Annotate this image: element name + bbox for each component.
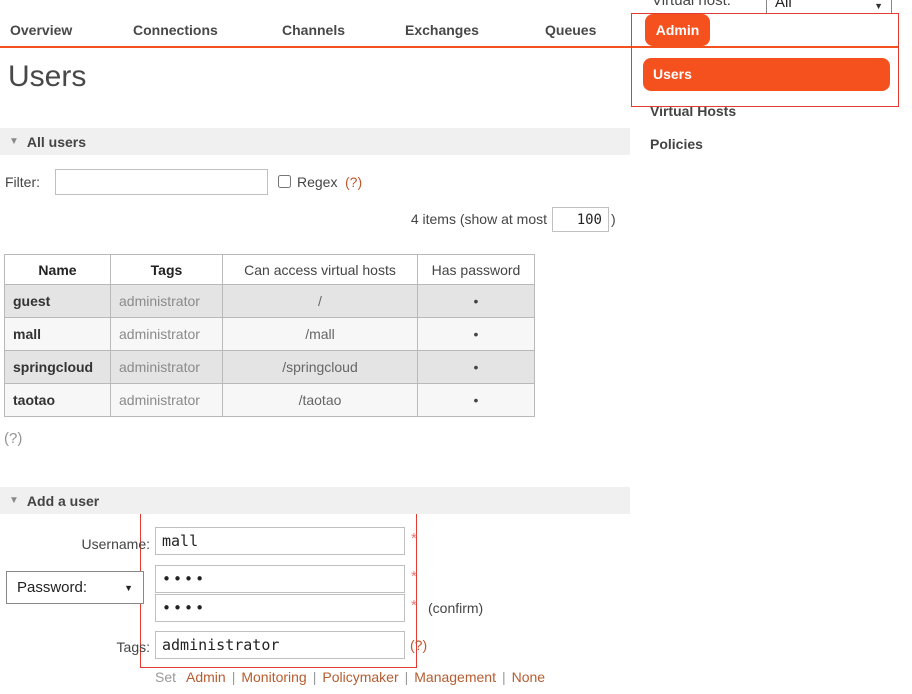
section-title: All users [27,134,86,150]
password-type-select[interactable]: Password: ▼ [6,571,144,604]
table-row[interactable]: springcloud administrator /springcloud • [5,351,535,384]
items-count-close-paren: ) [611,211,616,227]
tags-label: Tags: [0,639,150,655]
collapse-triangle-icon: ▼ [9,136,19,147]
sidebar-item-users[interactable]: Users [643,58,890,91]
user-tags: administrator [111,285,223,318]
user-vhosts: / [223,285,418,318]
has-password-dot: • [418,285,535,318]
nav-underline [0,46,898,48]
user-name[interactable]: mall [5,318,111,351]
separator: | [313,669,317,685]
section-header-add-user[interactable]: ▼ Add a user [0,487,630,514]
username-label: Username: [0,536,150,552]
separator: | [405,669,409,685]
confirm-label: (confirm) [428,600,483,616]
set-label: Set [155,669,176,685]
user-tags: administrator [111,318,223,351]
set-link-admin[interactable]: Admin [186,669,226,685]
tab-overview[interactable]: Overview [10,14,72,46]
password-input[interactable] [155,565,405,593]
tags-input[interactable] [155,631,405,659]
regex-checkbox[interactable] [278,175,291,188]
virtual-host-label: Virtual host: [652,0,731,9]
has-password-dot: • [418,351,535,384]
virtual-host-value: All [775,0,792,11]
col-header-tags: Tags [111,255,223,285]
sidebar-item-policies[interactable]: Policies [650,136,703,152]
filter-label: Filter: [5,174,40,190]
tags-help-link[interactable]: (?) [410,637,427,653]
table-row[interactable]: guest administrator / • [5,285,535,318]
required-asterisk: * [411,530,417,547]
col-header-name: Name [5,255,111,285]
sidebar-item-virtual-hosts[interactable]: Virtual Hosts [650,103,736,119]
tab-connections[interactable]: Connections [133,14,218,46]
username-input[interactable] [155,527,405,555]
separator: | [232,669,236,685]
user-tags: administrator [111,351,223,384]
virtual-host-select[interactable]: All ▼ [766,0,892,14]
users-table: Name Tags Can access virtual hosts Has p… [4,254,535,417]
tab-admin[interactable]: Admin [645,14,710,46]
user-tags: administrator [111,384,223,417]
required-asterisk: * [411,597,417,614]
page-title: Users [8,60,86,94]
user-name[interactable]: springcloud [5,351,111,384]
regex-help-link[interactable]: (?) [345,174,362,190]
user-vhosts: /springcloud [223,351,418,384]
chevron-down-icon: ▼ [124,583,133,593]
tab-queues[interactable]: Queues [545,14,596,46]
password-confirm-input[interactable] [155,594,405,622]
col-header-has-password: Has password [418,255,535,285]
chevron-down-icon: ▼ [874,1,883,11]
collapse-triangle-icon: ▼ [9,495,19,506]
user-vhosts: /taotao [223,384,418,417]
set-tags-row: Set Admin | Monitoring | Policymaker | Manageme… [155,669,545,685]
filter-input[interactable] [55,169,268,195]
set-link-monitoring[interactable]: Monitoring [241,669,306,685]
tab-channels[interactable]: Channels [282,14,345,46]
table-row[interactable]: taotao administrator /taotao • [5,384,535,417]
tab-exchanges[interactable]: Exchanges [405,14,479,46]
required-asterisk: * [411,568,417,585]
set-link-policymaker[interactable]: Policymaker [322,669,398,685]
has-password-dot: • [418,384,535,417]
section-title: Add a user [27,493,99,509]
items-count-text: 4 items (show at most [310,211,547,227]
table-help-link[interactable]: (?) [4,430,22,447]
show-at-most-input[interactable] [552,207,609,232]
col-header-vhosts: Can access virtual hosts [223,255,418,285]
section-header-all-users[interactable]: ▼ All users [0,128,630,155]
table-header-row: Name Tags Can access virtual hosts Has p… [5,255,535,285]
user-name[interactable]: guest [5,285,111,318]
set-link-none[interactable]: None [512,669,545,685]
has-password-dot: • [418,318,535,351]
set-link-management[interactable]: Management [414,669,496,685]
regex-label: Regex [297,174,337,190]
separator: | [502,669,506,685]
user-name[interactable]: taotao [5,384,111,417]
table-row[interactable]: mall administrator /mall • [5,318,535,351]
user-vhosts: /mall [223,318,418,351]
password-select-label: Password: [17,579,87,596]
